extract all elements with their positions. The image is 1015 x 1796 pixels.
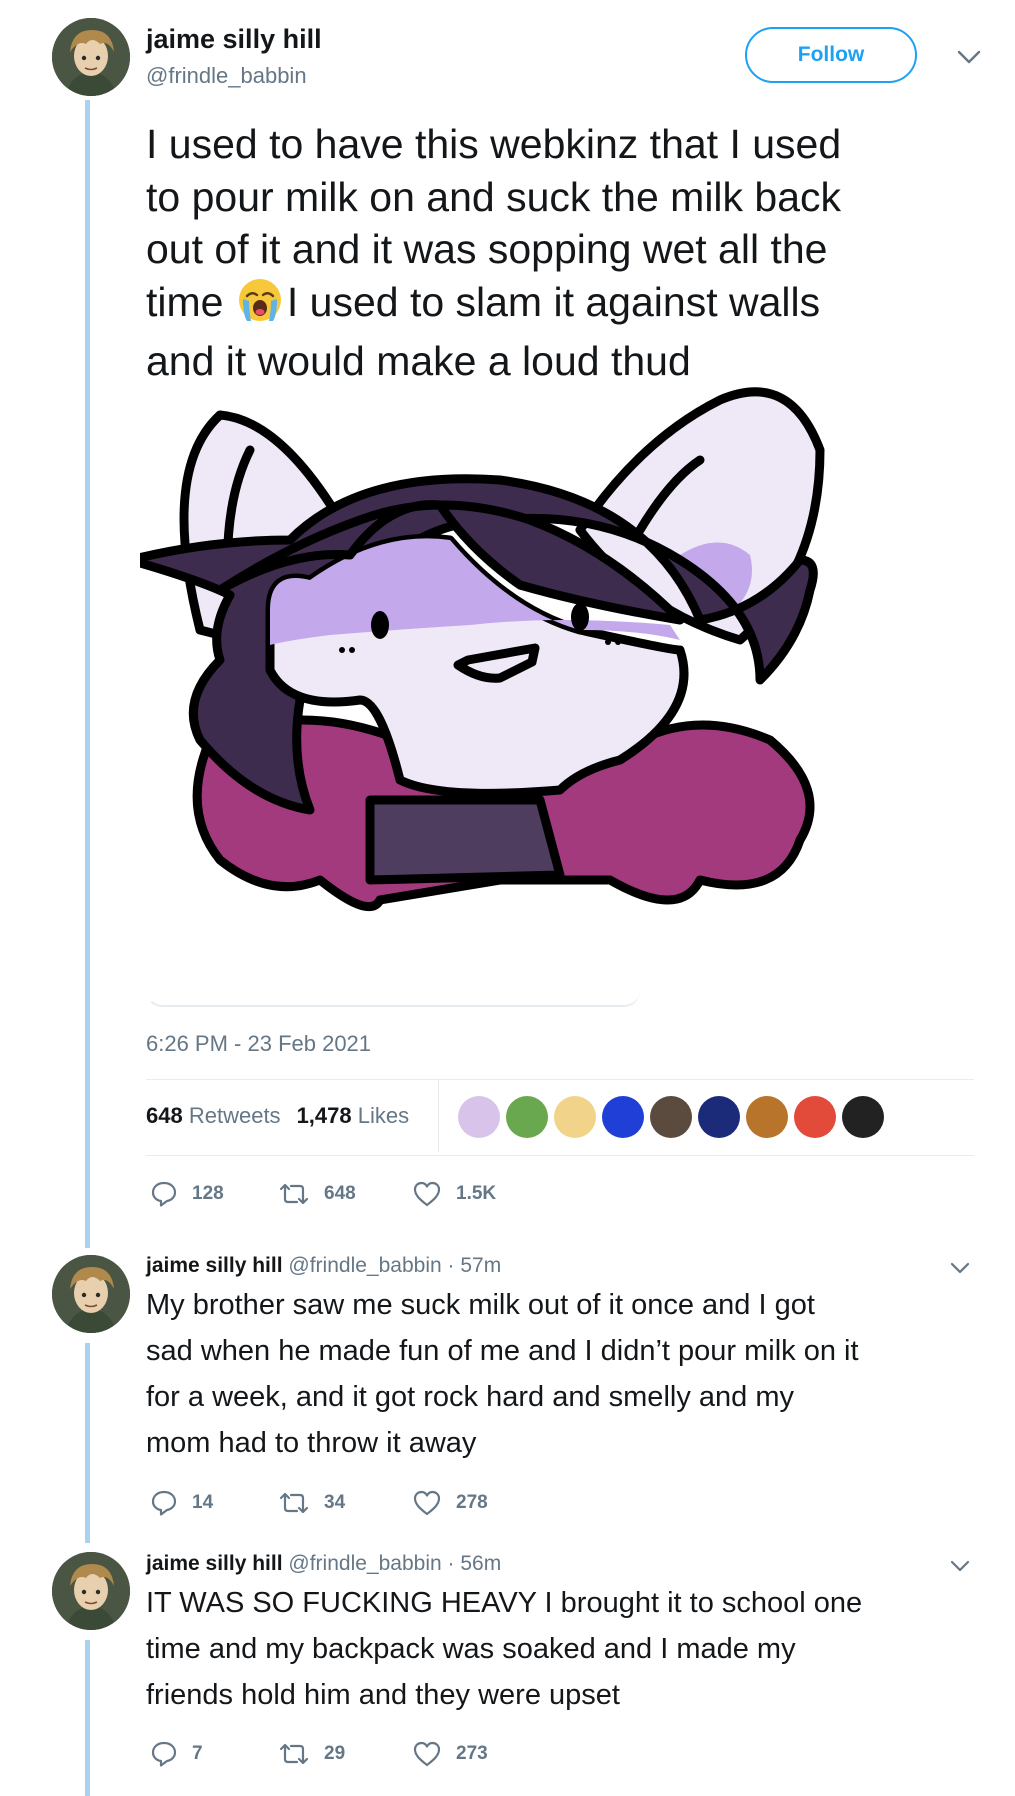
author-handle[interactable]: @frindle_babbin (288, 1552, 441, 1575)
follow-button[interactable]: Follow (745, 27, 917, 83)
loudly-crying-face-icon (235, 277, 285, 336)
reply-icon (151, 1741, 177, 1767)
chevron-down-icon[interactable] (950, 1262, 970, 1274)
retweets-stat[interactable]: 648 Retweets (146, 1103, 281, 1129)
reply-text: My brother saw me suck milk out of it on… (146, 1282, 986, 1466)
thread-line-reply-2 (85, 1640, 90, 1796)
reply-button[interactable]: 14 (150, 1489, 278, 1517)
tweet-text-fragment: I used to slam it against walls (286, 278, 821, 325)
reply-actions: 14 34 278 (150, 1489, 488, 1517)
retweet-button[interactable]: 648 (278, 1181, 412, 1207)
retweet-count: 648 (324, 1183, 356, 1204)
heart-icon (413, 1490, 441, 1516)
like-count: 1.5K (456, 1183, 497, 1204)
thread-line-reply-1 (85, 1343, 90, 1543)
like-count: 273 (456, 1743, 488, 1764)
retweet-icon (279, 1743, 309, 1765)
reply-text-line: mom had to throw it away (146, 1427, 477, 1459)
reply-text-line: for a week, and it got rock hard and sme… (146, 1381, 794, 1413)
avatar[interactable] (52, 18, 130, 96)
reply-text: IT WAS SO FUCKING HEAVY I brought it to … (146, 1580, 986, 1718)
liker-avatar[interactable] (698, 1096, 740, 1138)
reply-button[interactable]: 128 (150, 1180, 278, 1208)
liker-avatar[interactable] (602, 1096, 644, 1138)
tweet-actions: 128 648 1.5K (150, 1180, 496, 1208)
retweet-count: 34 (324, 1492, 346, 1513)
reply-count: 7 (192, 1743, 203, 1764)
tweet-media-image[interactable] (125, 380, 940, 1010)
reply-actions: 7 29 273 (150, 1740, 488, 1768)
divider (146, 1155, 974, 1156)
avatar[interactable] (52, 1255, 130, 1333)
retweet-icon (279, 1183, 309, 1205)
like-button[interactable]: 278 (412, 1489, 488, 1517)
reply-text-line: My brother saw me suck milk out of it on… (146, 1289, 815, 1321)
thread-line-main (85, 100, 90, 1248)
reply-icon (151, 1490, 177, 1516)
divider (146, 1079, 974, 1080)
chevron-down-icon[interactable] (950, 1560, 970, 1572)
engagement-stats: 648 Retweets 1,478 Likes (146, 1103, 409, 1129)
retweet-button[interactable]: 34 (278, 1490, 412, 1516)
like-button[interactable]: 1.5K (412, 1180, 496, 1208)
author-display-name[interactable]: jaime silly hill (146, 1552, 283, 1575)
tweet-text-line: to pour milk on and suck the milk back (146, 173, 842, 220)
retweet-count: 29 (324, 1743, 346, 1764)
like-button[interactable]: 273 (412, 1740, 488, 1768)
liker-avatar[interactable] (650, 1096, 692, 1138)
media-card-border (146, 985, 640, 1007)
reply-time[interactable]: · 57m (448, 1254, 502, 1277)
author-handle[interactable]: @frindle_babbin (288, 1254, 441, 1277)
reply-header: jaime silly hill @frindle_babbin · 57m (146, 1254, 501, 1278)
reply-time[interactable]: · 56m (448, 1552, 502, 1575)
liker-avatar[interactable] (842, 1096, 884, 1138)
tweet-text-line: time I used to slam it against walls (146, 276, 976, 336)
reply-button[interactable]: 7 (150, 1740, 278, 1768)
stats-separator (438, 1080, 439, 1152)
reply-text-line: time and my backpack was soaked and I ma… (146, 1633, 796, 1665)
liker-avatar[interactable] (458, 1096, 500, 1138)
likes-label: Likes (357, 1103, 410, 1128)
retweet-button[interactable]: 29 (278, 1741, 412, 1767)
reply-count: 14 (192, 1492, 214, 1513)
liker-avatar[interactable] (746, 1096, 788, 1138)
author-display-name[interactable]: jaime silly hill (146, 1254, 283, 1277)
likes-count: 1,478 (296, 1103, 352, 1128)
reply-text-line: sad when he made fun of me and I didn’t … (146, 1335, 859, 1367)
reply-count: 128 (192, 1183, 224, 1204)
avatar[interactable] (52, 1552, 130, 1630)
reply-text-line: IT WAS SO FUCKING HEAVY I brought it to … (146, 1587, 863, 1619)
reply-icon (151, 1181, 177, 1207)
tweet-timestamp[interactable]: 6:26 PM - 23 Feb 2021 (146, 1031, 371, 1057)
like-count: 278 (456, 1492, 488, 1513)
likes-stat[interactable]: 1,478 Likes (297, 1103, 410, 1129)
tweet-text-line: I used to have this webkinz that I used (146, 121, 842, 167)
heart-icon (413, 1741, 441, 1767)
tweet-text-line: out of it and it was sopping wet all the (146, 226, 828, 272)
liker-avatar[interactable] (554, 1096, 596, 1138)
retweets-count: 648 (146, 1103, 183, 1128)
author-handle[interactable]: @frindle_babbin (146, 63, 307, 89)
retweet-icon (279, 1492, 309, 1514)
author-display-name[interactable]: jaime silly hill (146, 24, 322, 55)
tweet-text-fragment: time (146, 278, 235, 325)
liker-avatar[interactable] (506, 1096, 548, 1138)
reply-header: jaime silly hill @frindle_babbin · 56m (146, 1552, 501, 1576)
heart-icon (413, 1181, 441, 1207)
chevron-down-icon[interactable] (957, 50, 981, 64)
retweets-label: Retweets (188, 1103, 281, 1128)
liker-avatar[interactable] (794, 1096, 836, 1138)
reply-text-line: friends hold him and they were upset (146, 1679, 620, 1711)
liker-avatars (458, 1096, 884, 1138)
tweet-text: I used to have this webkinz that I used … (146, 118, 976, 388)
